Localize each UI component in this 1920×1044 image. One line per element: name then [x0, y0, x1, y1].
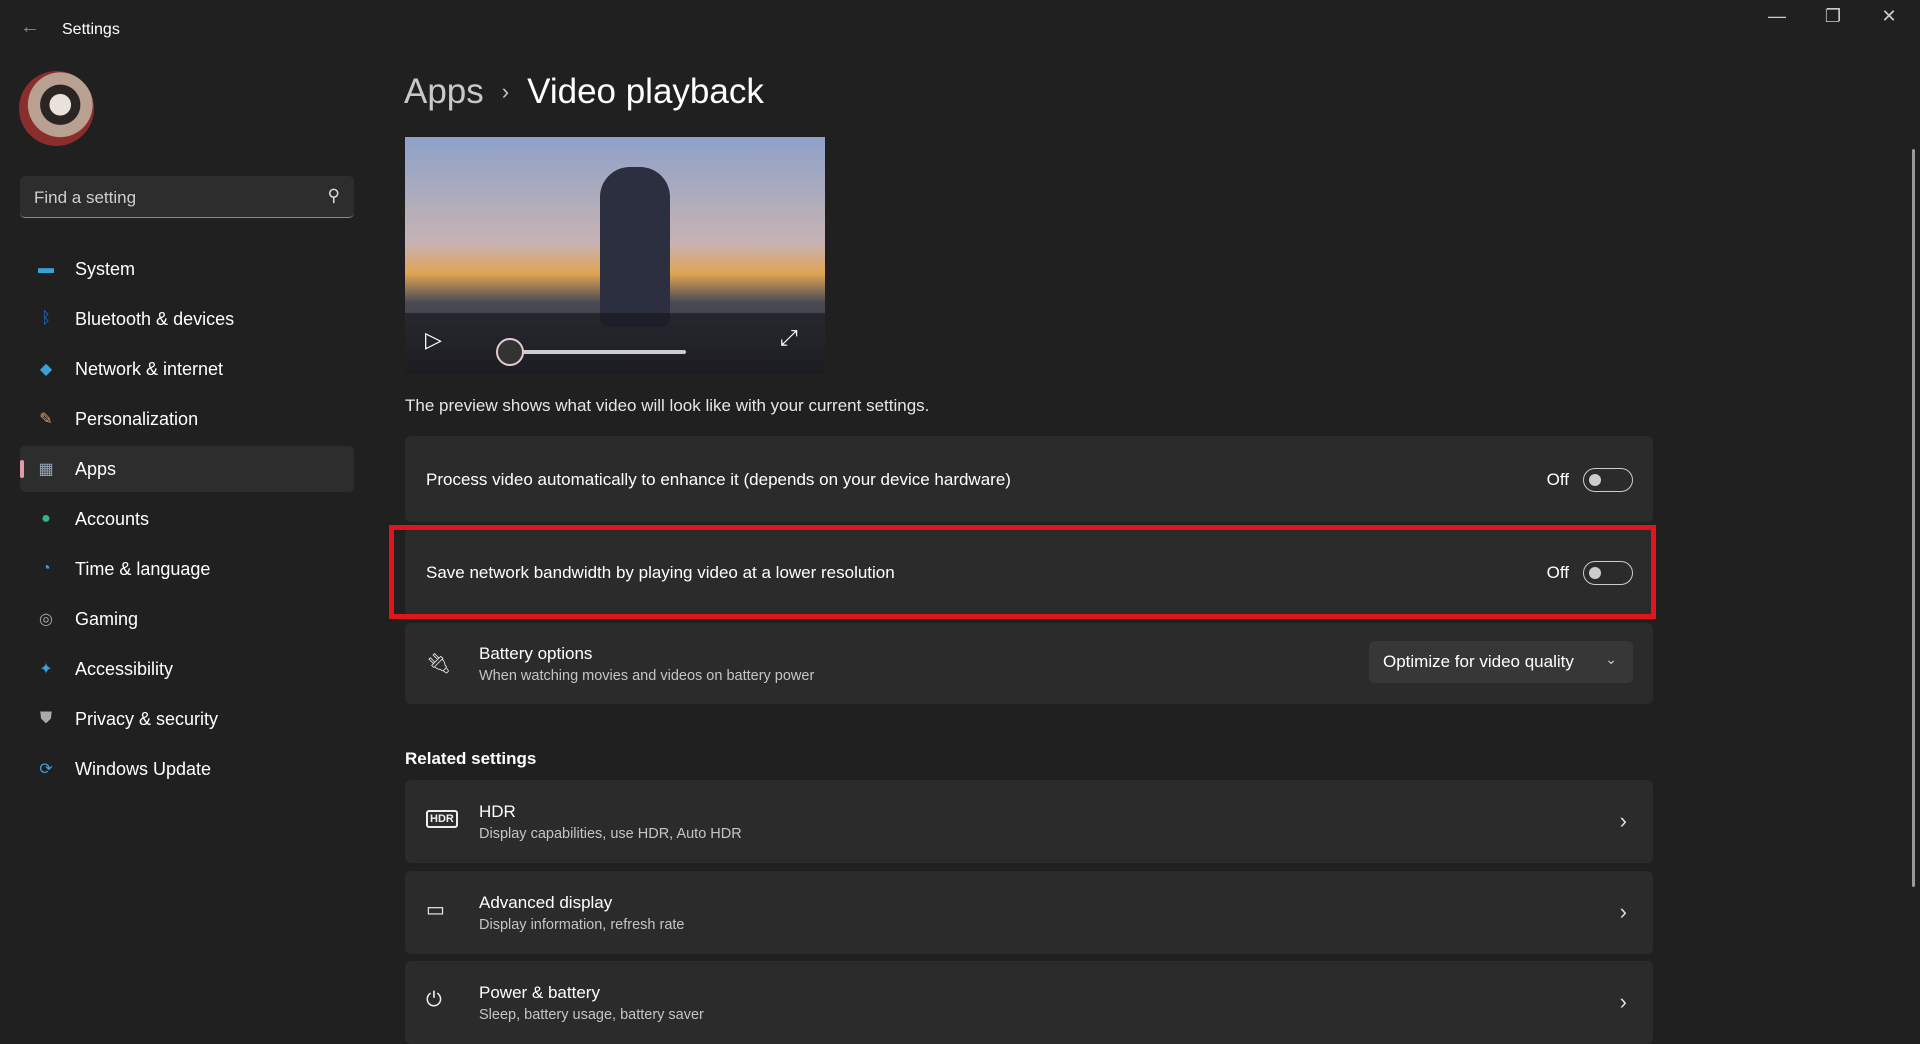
related-title: Advanced display: [479, 893, 613, 912]
related-subtitle: Sleep, battery usage, battery saver: [479, 1007, 704, 1023]
sidebar-item-accounts[interactable]: ● Accounts: [20, 496, 354, 542]
sidebar-item-label: Bluetooth & devices: [75, 308, 235, 329]
related-hdr[interactable]: HDR HDR Display capabilities, use HDR, A…: [405, 780, 1653, 863]
selection-indicator: [20, 460, 24, 478]
accessibility-icon: ✦: [39, 661, 53, 678]
sidebar-item-time-language[interactable]: ◔ Time & language: [20, 546, 354, 592]
fullscreen-icon[interactable]: ⤢: [780, 325, 798, 351]
minimize-button[interactable]: —: [1757, 6, 1797, 27]
sidebar-item-label: System: [75, 258, 136, 279]
seek-thumb[interactable]: [496, 338, 524, 366]
avatar[interactable]: [19, 71, 94, 146]
hdr-icon: HDR: [426, 810, 458, 828]
breadcrumb-apps[interactable]: Apps: [404, 72, 484, 112]
network-internet-icon: ◆: [39, 361, 53, 378]
sidebar-item-label: Windows Update: [75, 758, 212, 779]
back-button[interactable]: ←: [20, 16, 40, 39]
sidebar-item-bluetooth-devices[interactable]: ᛒ Bluetooth & devices: [20, 296, 354, 342]
sidebar-item-label: Personalization: [75, 408, 199, 429]
related-settings-heading: Related settings: [405, 749, 537, 768]
chevron-down-icon: ⌄: [1605, 651, 1617, 667]
process-video-toggle[interactable]: [1583, 468, 1633, 492]
related-title: HDR: [479, 802, 516, 821]
sidebar-item-label: Network & internet: [75, 358, 224, 379]
search-icon[interactable]: ⚲: [328, 186, 340, 206]
toggle-state: Off: [1546, 470, 1569, 489]
search-input[interactable]: Find a setting ⚲: [20, 176, 354, 218]
personalization-icon: ✎: [39, 411, 53, 428]
sidebar-item-gaming[interactable]: ◎ Gaming: [20, 596, 354, 642]
sidebar-item-privacy-security[interactable]: ⛊ Privacy & security: [20, 696, 354, 742]
battery-title: Battery options: [479, 644, 593, 663]
bluetooth-devices-icon: ᛒ: [41, 310, 51, 327]
battery-plug-icon: 🔌︎: [426, 653, 452, 675]
related-subtitle: Display information, refresh rate: [479, 917, 685, 933]
dropdown-value: Optimize for video quality: [1383, 652, 1574, 671]
power-icon: ⏻: [426, 989, 442, 1011]
laptop-icon: ▭: [426, 899, 445, 921]
sidebar-item-personalization[interactable]: ✎ Personalization: [20, 396, 354, 442]
setting-label: Process video automatically to enhance i…: [426, 470, 1011, 489]
sidebar-item-label: Privacy & security: [75, 708, 219, 729]
sidebar-item-label: Accessibility: [75, 658, 174, 679]
privacy-security-icon: ⛊: [39, 710, 52, 727]
restore-button[interactable]: ❐: [1813, 6, 1853, 27]
close-button[interactable]: ✕: [1869, 6, 1909, 27]
time-language-icon: ◔: [41, 560, 51, 577]
breadcrumb: Apps › Video playback: [404, 72, 764, 112]
scrollbar[interactable]: [1912, 149, 1915, 887]
chevron-right-icon: ›: [1619, 899, 1627, 924]
gaming-icon: ◎: [39, 611, 53, 628]
battery-subtitle: When watching movies and videos on batte…: [479, 668, 815, 684]
related-advanced-display[interactable]: ▭ Advanced display Display information, …: [405, 871, 1653, 954]
highlight-box: [389, 525, 1656, 619]
app-title: Settings: [62, 21, 120, 38]
sidebar-item-label: Time & language: [75, 558, 211, 579]
windows-update-icon: ⟳: [39, 761, 53, 778]
page-title: Video playback: [527, 72, 764, 111]
chevron-right-icon: ›: [1619, 989, 1627, 1014]
sidebar-item-label: Accounts: [75, 508, 150, 529]
sidebar-item-label: Gaming: [75, 608, 139, 629]
sidebar-item-accessibility[interactable]: ✦ Accessibility: [20, 646, 354, 692]
sidebar-item-network-internet[interactable]: ◆ Network & internet: [20, 346, 354, 392]
system-icon: ▬: [38, 260, 54, 277]
process-video-setting: Process video automatically to enhance i…: [405, 436, 1653, 522]
video-preview: ▷ ⤢: [405, 137, 825, 373]
sidebar-item-label: Apps: [75, 458, 117, 479]
battery-dropdown[interactable]: Optimize for video quality ⌄: [1369, 641, 1633, 683]
sidebar-item-apps[interactable]: ▦ Apps: [20, 446, 354, 492]
preview-caption: The preview shows what video will look l…: [405, 396, 930, 415]
seek-track[interactable]: [522, 350, 686, 354]
play-icon[interactable]: ▷: [425, 327, 442, 353]
chevron-right-icon: ›: [1619, 808, 1627, 833]
chevron-right-icon: ›: [501, 79, 510, 104]
sidebar-item-system[interactable]: ▬ System: [20, 246, 354, 292]
video-controls: ▷ ⤢: [405, 313, 825, 373]
sidebar-item-windows-update[interactable]: ⟳ Windows Update: [20, 746, 354, 792]
apps-icon: ▦: [38, 461, 54, 478]
search-placeholder: Find a setting: [34, 188, 137, 207]
related-title: Power & battery: [479, 983, 600, 1002]
video-subject: [600, 167, 670, 327]
related-power-battery[interactable]: ⏻ Power & battery Sleep, battery usage, …: [405, 961, 1653, 1044]
related-subtitle: Display capabilities, use HDR, Auto HDR: [479, 826, 742, 842]
accounts-icon: ●: [41, 510, 51, 527]
battery-options-setting: 🔌︎ Battery options When watching movies …: [405, 623, 1653, 704]
